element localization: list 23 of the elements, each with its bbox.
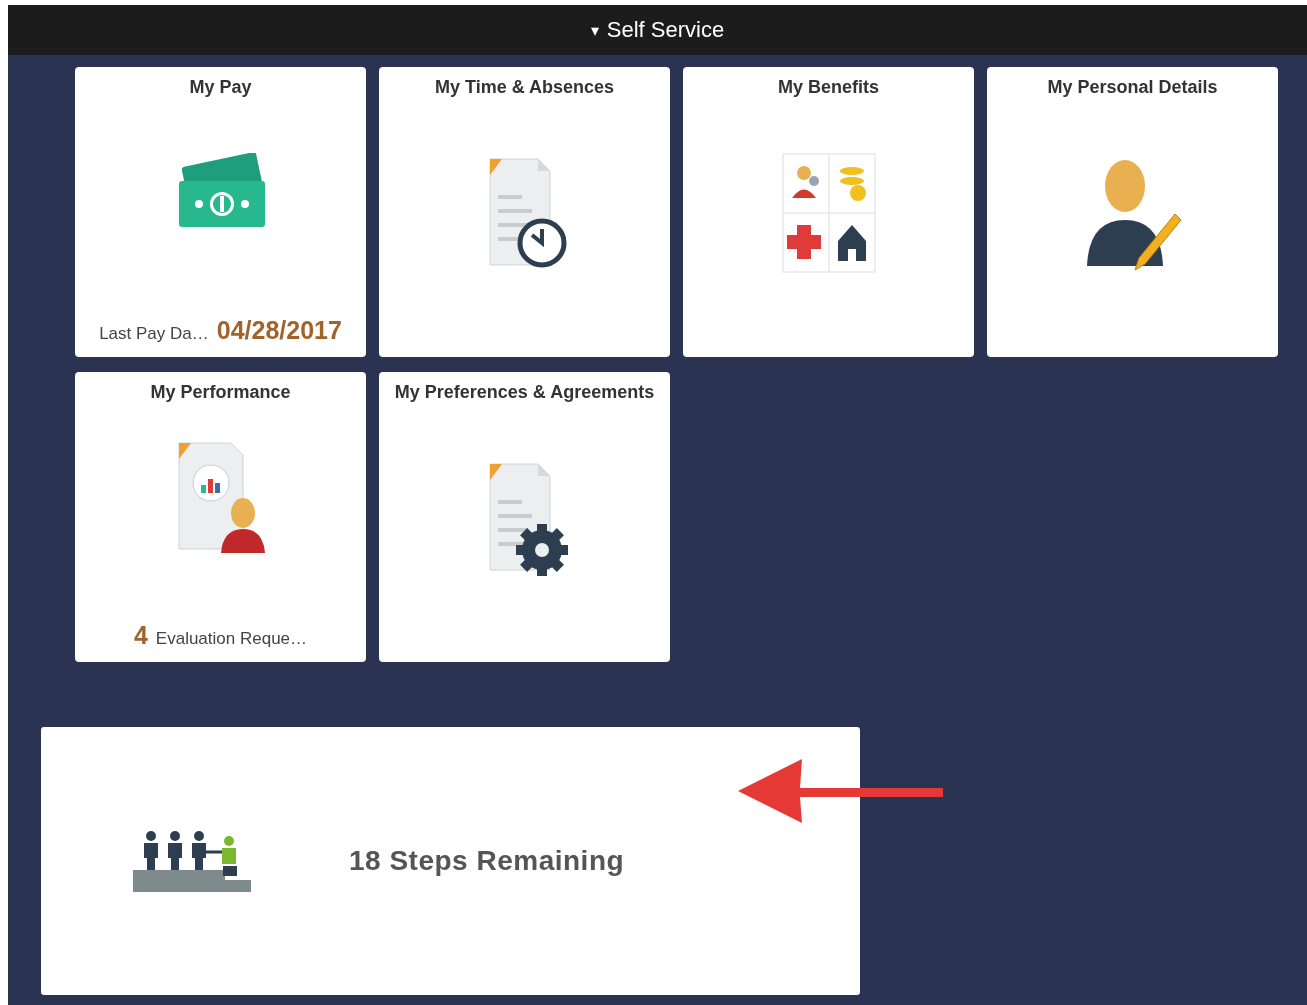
- benefits-grid-icon: [781, 152, 876, 273]
- tile-title: My Personal Details: [1047, 77, 1218, 98]
- section-title: Self Service: [606, 17, 725, 43]
- tile[interactable]: My Time & Absences: [379, 67, 670, 357]
- tile[interactable]: My Pay Last Pay Da… 04/28/2017: [75, 67, 366, 357]
- tile-title: My Time & Absences: [434, 77, 615, 98]
- progress-card[interactable]: 18 Steps Remaining: [41, 727, 860, 995]
- tile[interactable]: My Performance 4 Evaluation Reque…: [75, 372, 366, 662]
- tile-title: My Preferences & Agreements: [394, 382, 655, 403]
- tile-value: 04/28/2017: [216, 316, 342, 345]
- tile-label: Evaluation Reque…: [155, 629, 308, 649]
- tile-value: 4: [133, 621, 148, 650]
- header-bar[interactable]: ▾ Self Service: [8, 5, 1307, 55]
- tile-title: My Performance: [150, 382, 291, 403]
- tile[interactable]: My Benefits: [683, 67, 974, 357]
- tile-label: Last Pay Da…: [99, 324, 209, 344]
- tile-title: My Pay: [189, 77, 252, 98]
- steps-remaining-text: 18 Steps Remaining: [349, 845, 625, 877]
- tile[interactable]: My Preferences & Agreements: [379, 372, 670, 662]
- tile-title: My Benefits: [778, 77, 879, 98]
- people-on-steps-icon: [133, 830, 251, 892]
- tile[interactable]: My Personal Details: [987, 67, 1278, 357]
- caret-icon: ▾: [590, 20, 599, 40]
